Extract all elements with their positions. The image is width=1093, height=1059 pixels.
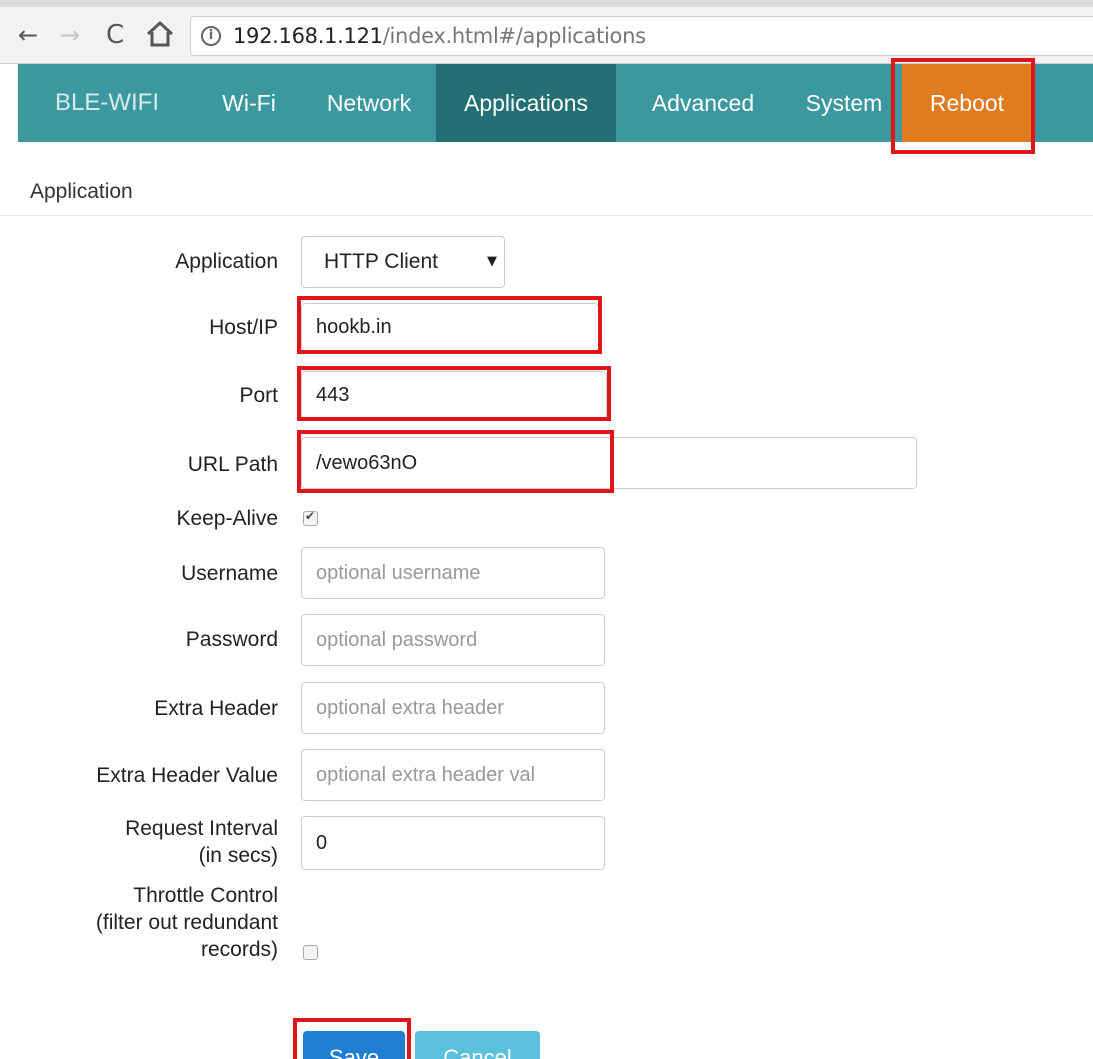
extra-header-label: Extra Header	[154, 697, 278, 720]
port-label: Port	[239, 384, 278, 407]
host-label: Host/IP	[209, 316, 278, 339]
info-icon[interactable]: i	[201, 26, 221, 46]
request-interval-label-line2: (in secs)	[198, 844, 278, 867]
url-path-label: URL Path	[187, 453, 278, 476]
url-host: 192.168.1.121	[233, 24, 383, 48]
throttle-label-line3: records)	[200, 938, 278, 961]
request-interval-label-line1: Request Interval	[125, 817, 278, 840]
save-button[interactable]: Save	[303, 1031, 405, 1059]
cancel-button[interactable]: Cancel	[415, 1031, 540, 1059]
username-label: Username	[181, 562, 278, 585]
forward-arrow-icon[interactable]: →	[60, 18, 80, 52]
nav-item-system[interactable]: System	[784, 64, 904, 142]
application-label: Application	[175, 250, 278, 273]
url-path: /index.html#/applications	[382, 24, 646, 48]
nav-item-applications[interactable]: Applications	[436, 64, 616, 142]
section-divider	[0, 215, 1093, 216]
application-select-value: HTTP Client	[324, 250, 438, 273]
nav-item-advanced[interactable]: Advanced	[618, 64, 788, 142]
throttle-label: Throttle Control (filter out redundant r…	[96, 882, 278, 963]
password-label: Password	[185, 628, 278, 651]
section-title: Application	[30, 180, 133, 203]
keep-alive-checkbox[interactable]	[303, 509, 318, 526]
address-bar[interactable]: i 192.168.1.121/index.html#/applications	[190, 16, 1093, 56]
keep-alive-label: Keep-Alive	[176, 507, 278, 530]
throttle-label-line1: Throttle Control	[133, 884, 278, 907]
nav-item-wifi[interactable]: Wi-Fi	[204, 64, 294, 142]
throttle-checkbox[interactable]	[303, 945, 318, 960]
application-select[interactable]: HTTP Client ▼	[301, 236, 505, 288]
nav-item-network[interactable]: Network	[304, 64, 434, 142]
request-interval-input[interactable]	[301, 816, 605, 870]
nav-item-reboot[interactable]: Reboot	[902, 64, 1032, 142]
chevron-down-icon: ▼	[487, 254, 497, 269]
url-path-input[interactable]	[301, 437, 917, 489]
username-input[interactable]	[301, 547, 605, 599]
browser-toolbar: ← → C i 192.168.1.121/index.html#/applic…	[0, 0, 1093, 64]
throttle-label-line2: (filter out redundant	[95, 911, 278, 934]
top-navbar: BLE-WIFI Wi-Fi Network Applications Adva…	[18, 64, 1093, 142]
password-input[interactable]	[301, 614, 605, 666]
extra-header-value-label: Extra Header Value	[96, 764, 278, 787]
reload-icon[interactable]: C	[106, 18, 124, 52]
home-icon[interactable]	[144, 18, 176, 50]
back-arrow-icon[interactable]: ←	[18, 18, 38, 52]
url-text: 192.168.1.121/index.html#/applications	[233, 24, 646, 48]
extra-header-input[interactable]	[301, 682, 605, 734]
port-input[interactable]	[301, 371, 607, 419]
brand-logo[interactable]: BLE-WIFI	[32, 64, 182, 142]
request-interval-label: Request Interval (in secs)	[125, 815, 278, 869]
extra-header-value-input[interactable]	[301, 749, 605, 801]
host-input[interactable]	[301, 303, 599, 351]
